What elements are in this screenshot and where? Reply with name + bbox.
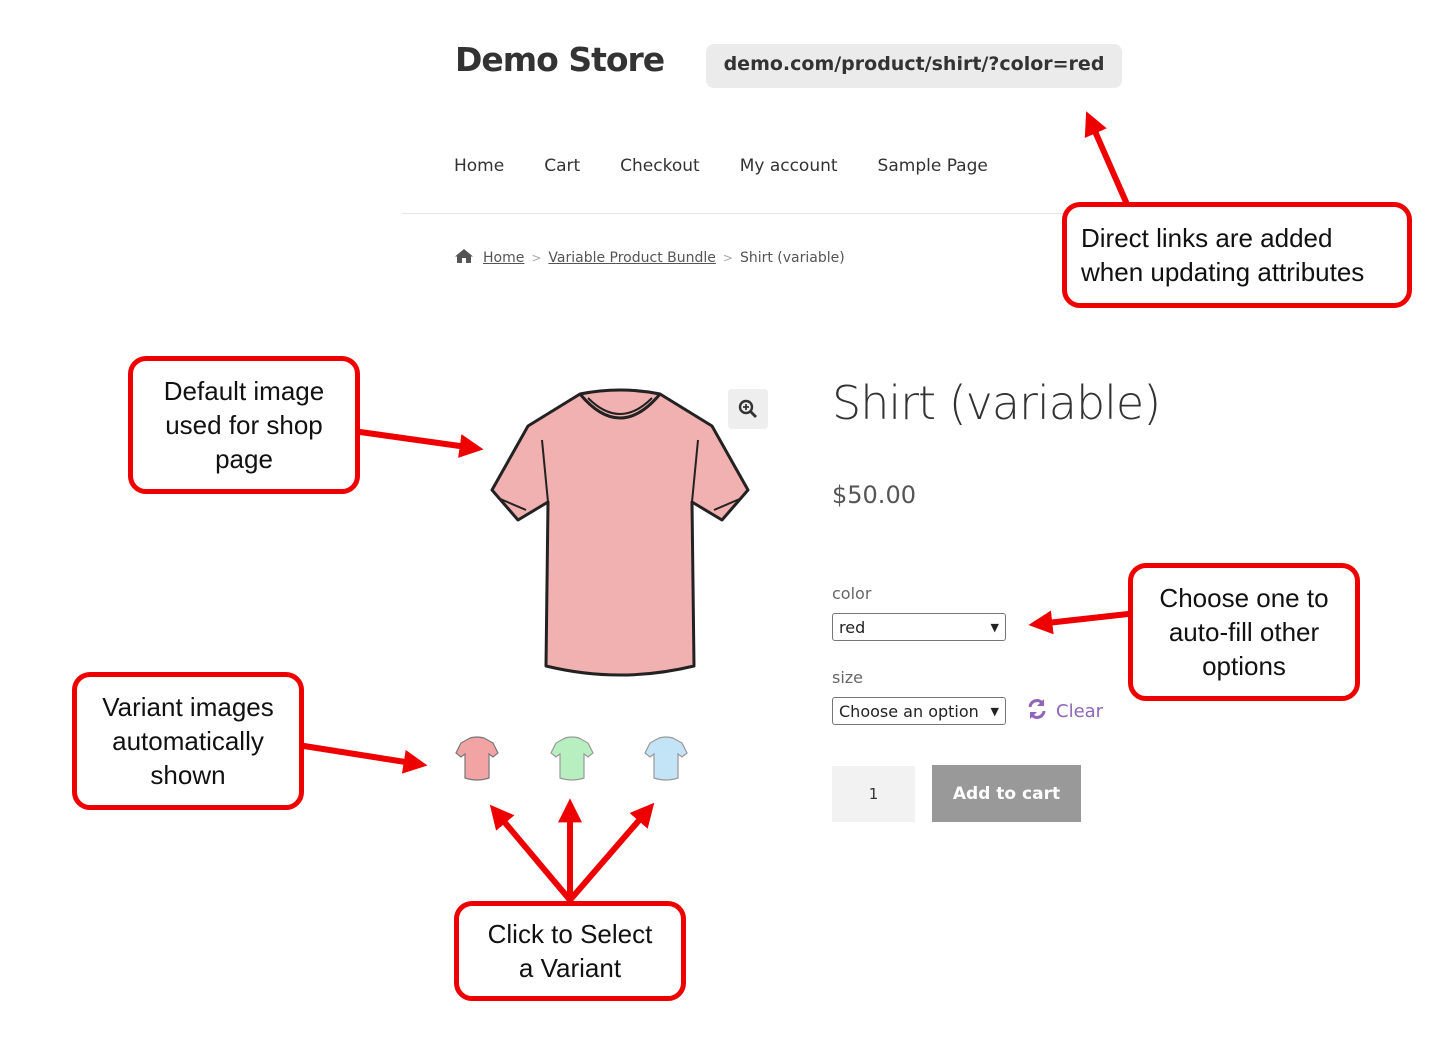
arrow-to-thumb-blue [567,802,655,903]
nav-item-home[interactable]: Home [454,156,504,176]
primary-nav: Home Cart Checkout My account Sample Pag… [454,156,1028,176]
color-label: color [832,584,872,603]
variant-thumbnail-blue[interactable] [644,734,688,784]
size-label: size [832,668,864,687]
callout-click-select-text: Click to Select a Variant [487,919,653,983]
color-select-value: red [839,617,866,637]
callout-variant-images: Variant images automatically shown [72,672,304,810]
callout-default-image: Default image used for shop page [128,356,360,494]
variant-thumbnail-green[interactable] [550,734,594,784]
callout-choose-one: Choose one to auto-fill other options [1128,563,1360,701]
nav-item-sample-page[interactable]: Sample Page [878,156,988,176]
breadcrumb-home-link[interactable]: Home [483,250,524,266]
size-select[interactable]: Choose an option ▼ [832,697,1006,725]
chevron-down-icon: ▼ [990,704,999,718]
breadcrumb: Home > Variable Product Bundle > Shirt (… [454,248,845,268]
callout-click-select: Click to Select a Variant [454,901,686,1001]
breadcrumb-current: Shirt (variable) [739,250,845,266]
variant-thumbnail-red[interactable] [455,734,499,784]
quantity-input[interactable]: 1 [832,766,915,822]
color-select[interactable]: red ▼ [832,613,1006,641]
callout-direct-links-text: Direct links are added when updating att… [1081,223,1365,287]
product-main-image[interactable] [480,380,760,690]
clear-link[interactable]: Clear [1026,698,1103,725]
clear-label: Clear [1056,701,1104,722]
breadcrumb-separator-icon: > [531,251,542,265]
add-to-cart-button[interactable]: Add to cart [932,765,1081,822]
breadcrumb-separator-icon: > [722,251,733,265]
callout-direct-links: Direct links are added when updating att… [1062,202,1412,308]
arrow-to-thumb-red [489,804,573,903]
chevron-down-icon: ▼ [990,620,999,634]
arrow-to-main-image [357,429,484,458]
shirt-body [490,388,750,677]
nav-item-checkout[interactable]: Checkout [620,156,700,176]
breadcrumb-category-link[interactable]: Variable Product Bundle [548,250,715,266]
arrow-to-url-bar [1084,111,1129,205]
callout-variant-images-text: Variant images automatically shown [102,692,274,790]
callout-default-image-text: Default image used for shop page [163,376,325,474]
home-icon [454,248,474,268]
nav-item-cart[interactable]: Cart [544,156,580,176]
site-title[interactable]: Demo Store [455,40,665,79]
header-divider [402,213,1162,214]
zoom-icon[interactable] [728,389,768,429]
size-select-value: Choose an option [839,701,979,721]
callout-choose-one-text: Choose one to auto-fill other options [1159,583,1329,681]
arrow-to-color-select [1028,610,1131,635]
product-price: $50.00 [832,481,916,509]
url-bar[interactable]: demo.com/product/shirt/?color=red [706,44,1122,88]
refresh-icon [1026,698,1048,725]
nav-item-my-account[interactable]: My account [740,156,838,176]
product-title: Shirt (variable) [832,376,1161,430]
arrow-to-thumbnails [301,743,428,774]
